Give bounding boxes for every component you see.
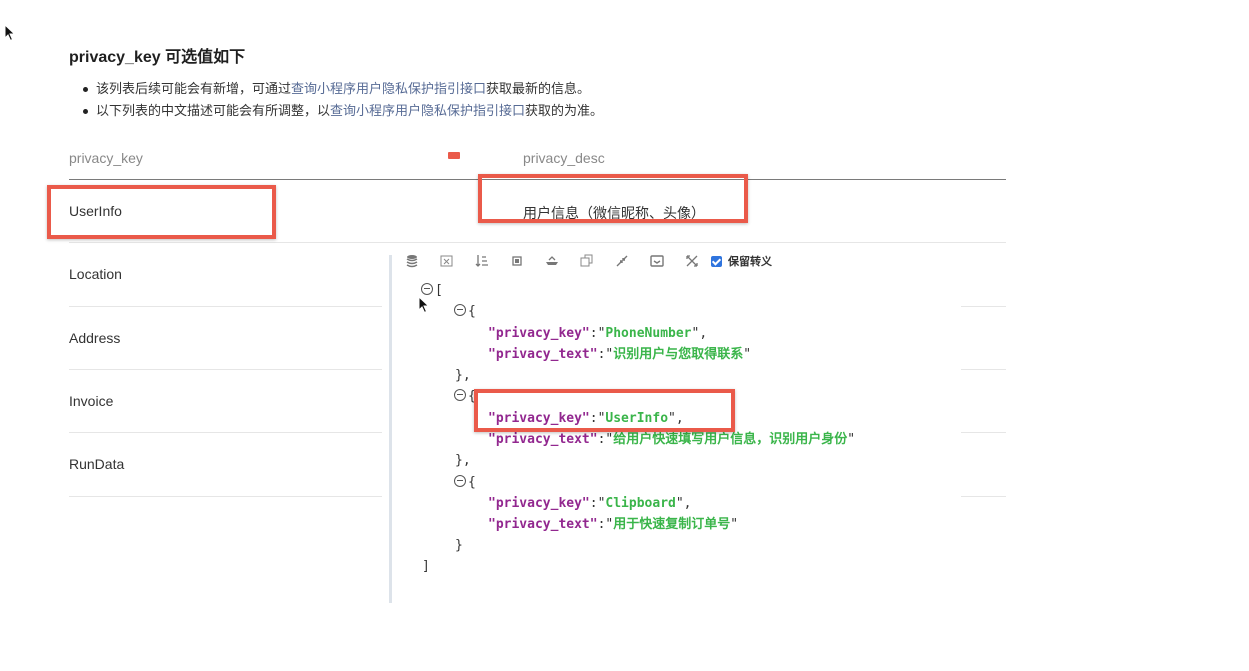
table-row-key: Location — [69, 266, 122, 282]
mouse-cursor-icon — [4, 24, 16, 42]
copy-icon[interactable] — [579, 253, 599, 269]
row-divider — [961, 369, 1006, 370]
list-item: 以下列表的中文描述可能会有所调整，以查询小程序用户隐私保护指引接口获取的为准。 — [80, 100, 603, 122]
row-divider — [961, 496, 1006, 497]
json-key: "privacy_text" — [488, 347, 598, 362]
json-toolbar: 保留转义 — [404, 252, 772, 270]
list-item: 该列表后续可能会有新增，可通过查询小程序用户隐私保护指引接口获取最新的信息。 — [80, 78, 603, 100]
format-icon[interactable] — [544, 253, 564, 269]
keep-escape-label: 保留转义 — [728, 256, 772, 268]
row-divider — [69, 306, 382, 307]
json-value: 给用户快速填写用户信息，识别用户身份 — [613, 432, 848, 447]
page-heading: privacy_key 可选值如下 — [69, 49, 246, 66]
json-key: "privacy_text" — [488, 432, 598, 447]
json-value: 识别用户与您取得联系 — [613, 347, 744, 362]
database-icon[interactable] — [404, 253, 424, 269]
row-divider — [69, 369, 382, 370]
column-header-key: privacy_key — [69, 150, 143, 166]
expand-icon[interactable] — [684, 253, 704, 269]
row-divider — [961, 306, 1006, 307]
list-text: 以下列表的中文描述可能会有所调整，以 — [96, 103, 331, 118]
json-key: "privacy_key" — [488, 326, 590, 341]
row-divider — [69, 242, 1006, 243]
row-divider — [961, 432, 1006, 433]
json-key: "privacy_key" — [488, 496, 590, 511]
row-divider — [69, 432, 382, 433]
mouse-cursor-icon — [418, 296, 430, 314]
api-link[interactable]: 查询小程序用户隐私保护指引接口 — [330, 103, 525, 118]
json-value: 用于快速复制订单号 — [613, 517, 731, 532]
table-row-key: Address — [69, 330, 121, 346]
save-icon[interactable] — [649, 253, 669, 269]
api-link[interactable]: 查询小程序用户隐私保护指引接口 — [291, 81, 486, 96]
fold-toggle-icon[interactable] — [421, 283, 433, 295]
checkbox-checked-icon[interactable] — [711, 255, 722, 267]
fold-toggle-icon[interactable] — [454, 304, 466, 316]
column-header-desc: privacy_desc — [523, 150, 605, 166]
highlight-box — [47, 185, 276, 239]
json-value: PhoneNumber — [605, 326, 692, 341]
compact-icon[interactable] — [509, 253, 529, 269]
highlight-box — [478, 174, 748, 223]
collapse-icon[interactable] — [614, 253, 634, 269]
json-value: Clipboard — [605, 496, 676, 511]
fold-toggle-icon[interactable] — [454, 475, 466, 487]
json-key: "privacy_text" — [488, 517, 598, 532]
highlight-box — [474, 389, 735, 432]
table-row-key: Invoice — [69, 393, 114, 409]
fold-toggle-icon[interactable] — [454, 389, 466, 401]
table-row-key: RunData — [69, 456, 125, 472]
list-text: 获取的为准。 — [525, 103, 604, 118]
list-text: 该列表后续可能会有新增，可通过 — [96, 81, 292, 96]
keep-escape-toggle[interactable]: 保留转义 — [711, 253, 772, 269]
info-list: 该列表后续可能会有新增，可通过查询小程序用户隐私保护指引接口获取最新的信息。 以… — [80, 78, 603, 122]
list-text: 获取最新的信息。 — [486, 81, 591, 96]
row-divider — [69, 496, 382, 497]
annotation-marker — [448, 152, 460, 159]
sort-icon[interactable] — [474, 253, 494, 269]
json-viewer-border — [389, 255, 392, 603]
clear-icon[interactable] — [439, 253, 459, 269]
